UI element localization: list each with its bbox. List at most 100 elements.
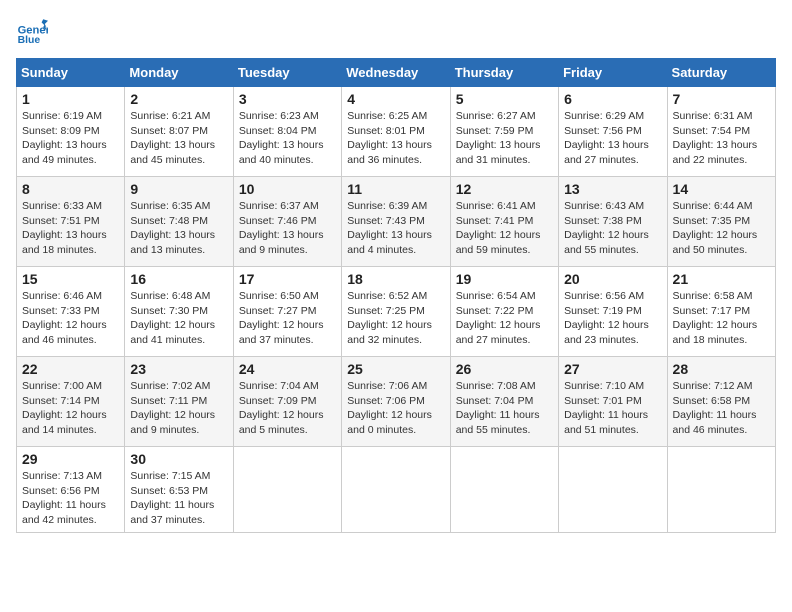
day-cell-30: 30 Sunrise: 7:15 AM Sunset: 6:53 PM Dayl…: [125, 447, 233, 533]
day-info: Sunrise: 6:29 AM Sunset: 7:56 PM Dayligh…: [564, 110, 649, 166]
day-info: Sunrise: 6:23 AM Sunset: 8:04 PM Dayligh…: [239, 110, 324, 166]
empty-cell: [342, 447, 450, 533]
day-number: 15: [22, 271, 119, 287]
day-info: Sunrise: 7:08 AM Sunset: 7:04 PM Dayligh…: [456, 380, 540, 436]
calendar-week-1: 1 Sunrise: 6:19 AM Sunset: 8:09 PM Dayli…: [17, 87, 776, 177]
day-info: Sunrise: 7:00 AM Sunset: 7:14 PM Dayligh…: [22, 380, 107, 436]
weekday-header-tuesday: Tuesday: [233, 59, 341, 87]
day-number: 14: [673, 181, 770, 197]
day-cell-28: 28 Sunrise: 7:12 AM Sunset: 6:58 PM Dayl…: [667, 357, 775, 447]
day-info: Sunrise: 7:06 AM Sunset: 7:06 PM Dayligh…: [347, 380, 432, 436]
day-number: 1: [22, 91, 119, 107]
day-cell-19: 19 Sunrise: 6:54 AM Sunset: 7:22 PM Dayl…: [450, 267, 558, 357]
day-cell-8: 8 Sunrise: 6:33 AM Sunset: 7:51 PM Dayli…: [17, 177, 125, 267]
day-cell-22: 22 Sunrise: 7:00 AM Sunset: 7:14 PM Dayl…: [17, 357, 125, 447]
day-cell-2: 2 Sunrise: 6:21 AM Sunset: 8:07 PM Dayli…: [125, 87, 233, 177]
day-number: 29: [22, 451, 119, 467]
day-info: Sunrise: 6:27 AM Sunset: 7:59 PM Dayligh…: [456, 110, 541, 166]
day-info: Sunrise: 7:10 AM Sunset: 7:01 PM Dayligh…: [564, 380, 648, 436]
calendar-table: SundayMondayTuesdayWednesdayThursdayFrid…: [16, 58, 776, 533]
day-info: Sunrise: 7:15 AM Sunset: 6:53 PM Dayligh…: [130, 470, 214, 526]
empty-cell: [233, 447, 341, 533]
day-number: 2: [130, 91, 227, 107]
calendar-week-4: 22 Sunrise: 7:00 AM Sunset: 7:14 PM Dayl…: [17, 357, 776, 447]
weekday-header-thursday: Thursday: [450, 59, 558, 87]
weekday-header-sunday: Sunday: [17, 59, 125, 87]
day-number: 21: [673, 271, 770, 287]
day-number: 4: [347, 91, 444, 107]
day-cell-1: 1 Sunrise: 6:19 AM Sunset: 8:09 PM Dayli…: [17, 87, 125, 177]
day-info: Sunrise: 6:48 AM Sunset: 7:30 PM Dayligh…: [130, 290, 215, 346]
day-cell-25: 25 Sunrise: 7:06 AM Sunset: 7:06 PM Dayl…: [342, 357, 450, 447]
day-number: 10: [239, 181, 336, 197]
day-info: Sunrise: 6:58 AM Sunset: 7:17 PM Dayligh…: [673, 290, 758, 346]
day-info: Sunrise: 6:21 AM Sunset: 8:07 PM Dayligh…: [130, 110, 215, 166]
day-number: 12: [456, 181, 553, 197]
page-header: General Blue: [16, 16, 776, 48]
day-cell-14: 14 Sunrise: 6:44 AM Sunset: 7:35 PM Dayl…: [667, 177, 775, 267]
day-number: 18: [347, 271, 444, 287]
weekday-header-monday: Monday: [125, 59, 233, 87]
day-cell-23: 23 Sunrise: 7:02 AM Sunset: 7:11 PM Dayl…: [125, 357, 233, 447]
empty-cell: [667, 447, 775, 533]
calendar-week-5: 29 Sunrise: 7:13 AM Sunset: 6:56 PM Dayl…: [17, 447, 776, 533]
day-number: 20: [564, 271, 661, 287]
empty-cell: [559, 447, 667, 533]
day-number: 6: [564, 91, 661, 107]
day-number: 17: [239, 271, 336, 287]
day-cell-27: 27 Sunrise: 7:10 AM Sunset: 7:01 PM Dayl…: [559, 357, 667, 447]
day-cell-20: 20 Sunrise: 6:56 AM Sunset: 7:19 PM Dayl…: [559, 267, 667, 357]
day-cell-24: 24 Sunrise: 7:04 AM Sunset: 7:09 PM Dayl…: [233, 357, 341, 447]
day-cell-26: 26 Sunrise: 7:08 AM Sunset: 7:04 PM Dayl…: [450, 357, 558, 447]
day-number: 24: [239, 361, 336, 377]
day-info: Sunrise: 6:46 AM Sunset: 7:33 PM Dayligh…: [22, 290, 107, 346]
day-number: 3: [239, 91, 336, 107]
day-cell-10: 10 Sunrise: 6:37 AM Sunset: 7:46 PM Dayl…: [233, 177, 341, 267]
weekday-header-friday: Friday: [559, 59, 667, 87]
day-cell-11: 11 Sunrise: 6:39 AM Sunset: 7:43 PM Dayl…: [342, 177, 450, 267]
day-cell-12: 12 Sunrise: 6:41 AM Sunset: 7:41 PM Dayl…: [450, 177, 558, 267]
day-info: Sunrise: 6:43 AM Sunset: 7:38 PM Dayligh…: [564, 200, 649, 256]
day-cell-3: 3 Sunrise: 6:23 AM Sunset: 8:04 PM Dayli…: [233, 87, 341, 177]
day-info: Sunrise: 7:02 AM Sunset: 7:11 PM Dayligh…: [130, 380, 215, 436]
day-cell-4: 4 Sunrise: 6:25 AM Sunset: 8:01 PM Dayli…: [342, 87, 450, 177]
day-cell-6: 6 Sunrise: 6:29 AM Sunset: 7:56 PM Dayli…: [559, 87, 667, 177]
day-cell-29: 29 Sunrise: 7:13 AM Sunset: 6:56 PM Dayl…: [17, 447, 125, 533]
day-info: Sunrise: 6:44 AM Sunset: 7:35 PM Dayligh…: [673, 200, 758, 256]
day-number: 19: [456, 271, 553, 287]
calendar-header-row: SundayMondayTuesdayWednesdayThursdayFrid…: [17, 59, 776, 87]
empty-cell: [450, 447, 558, 533]
day-number: 13: [564, 181, 661, 197]
day-number: 11: [347, 181, 444, 197]
day-cell-7: 7 Sunrise: 6:31 AM Sunset: 7:54 PM Dayli…: [667, 87, 775, 177]
logo-icon: General Blue: [16, 16, 48, 48]
day-number: 5: [456, 91, 553, 107]
day-cell-17: 17 Sunrise: 6:50 AM Sunset: 7:27 PM Dayl…: [233, 267, 341, 357]
day-number: 25: [347, 361, 444, 377]
calendar-week-2: 8 Sunrise: 6:33 AM Sunset: 7:51 PM Dayli…: [17, 177, 776, 267]
day-number: 7: [673, 91, 770, 107]
calendar-body: 1 Sunrise: 6:19 AM Sunset: 8:09 PM Dayli…: [17, 87, 776, 533]
calendar-week-3: 15 Sunrise: 6:46 AM Sunset: 7:33 PM Dayl…: [17, 267, 776, 357]
weekday-header-saturday: Saturday: [667, 59, 775, 87]
logo: General Blue: [16, 16, 52, 48]
weekday-header-wednesday: Wednesday: [342, 59, 450, 87]
day-cell-5: 5 Sunrise: 6:27 AM Sunset: 7:59 PM Dayli…: [450, 87, 558, 177]
day-info: Sunrise: 7:13 AM Sunset: 6:56 PM Dayligh…: [22, 470, 106, 526]
day-info: Sunrise: 7:04 AM Sunset: 7:09 PM Dayligh…: [239, 380, 324, 436]
day-number: 28: [673, 361, 770, 377]
day-info: Sunrise: 6:35 AM Sunset: 7:48 PM Dayligh…: [130, 200, 215, 256]
day-cell-13: 13 Sunrise: 6:43 AM Sunset: 7:38 PM Dayl…: [559, 177, 667, 267]
day-info: Sunrise: 6:25 AM Sunset: 8:01 PM Dayligh…: [347, 110, 432, 166]
day-info: Sunrise: 7:12 AM Sunset: 6:58 PM Dayligh…: [673, 380, 757, 436]
day-number: 30: [130, 451, 227, 467]
day-cell-15: 15 Sunrise: 6:46 AM Sunset: 7:33 PM Dayl…: [17, 267, 125, 357]
day-number: 23: [130, 361, 227, 377]
day-info: Sunrise: 6:33 AM Sunset: 7:51 PM Dayligh…: [22, 200, 107, 256]
svg-text:Blue: Blue: [18, 35, 41, 46]
day-info: Sunrise: 6:31 AM Sunset: 7:54 PM Dayligh…: [673, 110, 758, 166]
day-cell-16: 16 Sunrise: 6:48 AM Sunset: 7:30 PM Dayl…: [125, 267, 233, 357]
day-info: Sunrise: 6:56 AM Sunset: 7:19 PM Dayligh…: [564, 290, 649, 346]
day-number: 26: [456, 361, 553, 377]
day-number: 27: [564, 361, 661, 377]
